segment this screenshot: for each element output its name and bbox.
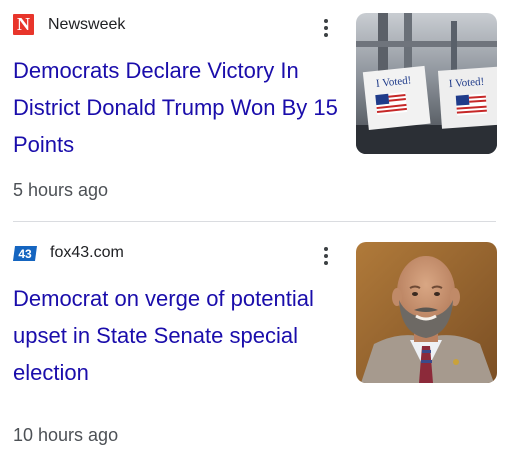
article-thumbnail[interactable] bbox=[356, 242, 497, 383]
source-row[interactable]: 43 fox43.com bbox=[13, 244, 124, 262]
more-vert-icon bbox=[324, 247, 328, 251]
voting-sticker-image: I Voted! I Voted! bbox=[356, 13, 497, 154]
more-options-button[interactable] bbox=[318, 243, 334, 269]
timestamp: 5 hours ago bbox=[13, 180, 109, 200]
more-vert-icon bbox=[324, 19, 328, 23]
newsweek-logo-icon: N bbox=[13, 14, 34, 35]
source-row[interactable]: N Newsweek bbox=[13, 14, 125, 35]
article-thumbnail[interactable]: I Voted! I Voted! bbox=[356, 13, 497, 154]
source-name: Newsweek bbox=[48, 15, 126, 33]
source-name: fox43.com bbox=[50, 244, 124, 261]
fox43-logo-icon: 43 bbox=[13, 245, 38, 262]
more-options-button[interactable] bbox=[318, 15, 334, 41]
headline-link[interactable]: Democrat on verge of potential upset in … bbox=[13, 280, 343, 391]
person-photo-image bbox=[356, 242, 497, 383]
svg-text:43: 43 bbox=[18, 247, 32, 261]
news-card[interactable]: 43 fox43.com Democrat on verge of potent… bbox=[0, 222, 512, 458]
svg-text:I Voted!: I Voted! bbox=[449, 76, 485, 90]
news-card[interactable]: N Newsweek Democrats Declare Victory In … bbox=[0, 0, 512, 221]
headline-link[interactable]: Democrats Declare Victory In District Do… bbox=[13, 52, 343, 163]
timestamp: 10 hours ago bbox=[13, 425, 119, 445]
